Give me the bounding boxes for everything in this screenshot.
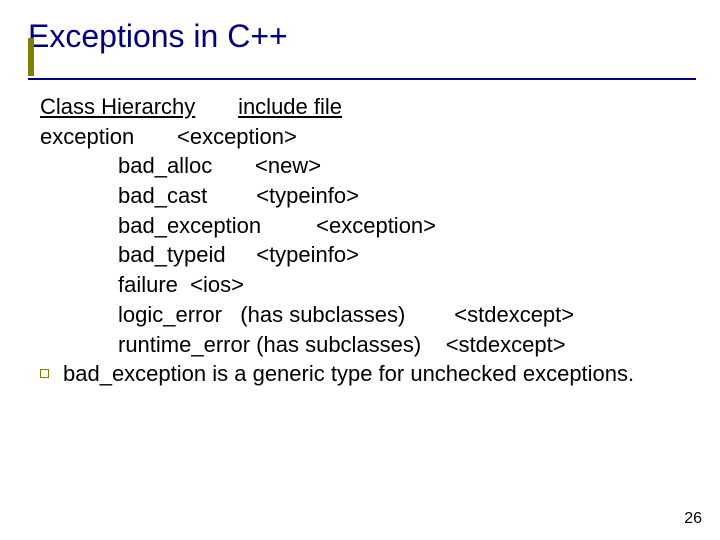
include-file: <stdexcept> xyxy=(446,332,566,357)
class-name: bad_cast xyxy=(118,183,207,208)
class-name: failure xyxy=(118,272,178,297)
square-bullet-icon xyxy=(40,369,49,378)
class-name: logic_error xyxy=(118,302,222,327)
include-file: <exception> xyxy=(177,124,297,149)
hierarchy-row: logic_error (has subclasses) <stdexcept> xyxy=(40,300,690,330)
include-file: <ios> xyxy=(190,272,244,297)
hierarchy-row: failure <ios> xyxy=(40,270,690,300)
bullet-text: bad_exception is a generic type for unch… xyxy=(63,359,690,389)
title-region: Exceptions in C++ xyxy=(28,18,288,61)
slide: Exceptions in C++ Class Hierarchy includ… xyxy=(0,0,720,540)
class-note: (has subclasses) xyxy=(256,332,421,357)
title-underline xyxy=(28,78,696,80)
include-file: <typeinfo> xyxy=(256,242,359,267)
include-file: <stdexcept> xyxy=(454,302,574,327)
class-name: runtime_error xyxy=(118,332,250,357)
slide-title: Exceptions in C++ xyxy=(28,18,288,61)
class-note: (has subclasses) xyxy=(240,302,405,327)
include-file: <exception> xyxy=(316,213,436,238)
slide-body: Class Hierarchy include file exception <… xyxy=(40,92,690,389)
page-number: 26 xyxy=(684,510,702,528)
bullet-item: bad_exception is a generic type for unch… xyxy=(40,359,690,389)
header-include-file: include file xyxy=(238,94,342,119)
include-file: <new> xyxy=(255,153,321,178)
hierarchy-row: bad_alloc <new> xyxy=(40,151,690,181)
hierarchy-row: bad_cast <typeinfo> xyxy=(40,181,690,211)
class-name: bad_exception xyxy=(118,213,261,238)
include-file: <typeinfo> xyxy=(256,183,359,208)
class-name: bad_alloc xyxy=(118,153,212,178)
title-accent-bar xyxy=(28,38,34,76)
class-name: bad_typeid xyxy=(118,242,226,267)
hierarchy-row: bad_typeid <typeinfo> xyxy=(40,240,690,270)
header-class-hierarchy: Class Hierarchy xyxy=(40,94,195,119)
hierarchy-row: runtime_error (has subclasses) <stdexcep… xyxy=(40,330,690,360)
class-name: exception xyxy=(40,124,134,149)
hierarchy-row: bad_exception <exception> xyxy=(40,211,690,241)
hierarchy-row: exception <exception> xyxy=(40,122,690,152)
column-headers: Class Hierarchy include file xyxy=(40,92,690,122)
